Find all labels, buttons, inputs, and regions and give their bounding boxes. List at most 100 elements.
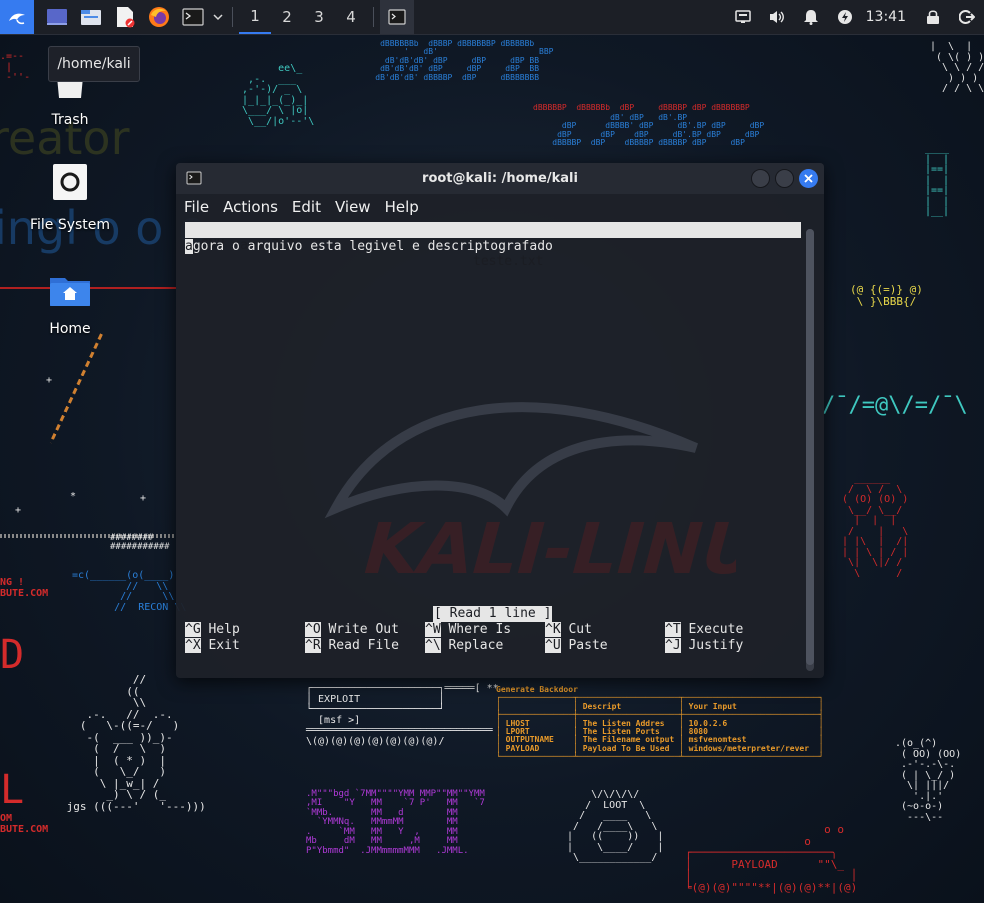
shortcut-label: Where Is	[448, 622, 512, 637]
wallpaper-red-left: NG ! BUTE.COM	[0, 577, 49, 599]
shortcut-label: Read File	[328, 638, 399, 653]
text-cursor: a	[185, 239, 193, 254]
workspace-1[interactable]: 1	[239, 0, 271, 34]
tray-display-button[interactable]	[726, 0, 760, 34]
shortcut-where-is[interactable]: ^W Where Is	[425, 622, 511, 638]
text-editor-button[interactable]	[108, 0, 142, 34]
workspace-3[interactable]: 3	[303, 0, 335, 34]
desktop-icon-label: Home	[49, 321, 91, 337]
shortcut-label: Help	[208, 622, 240, 637]
shortcut-replace[interactable]: ^\ Replace	[425, 638, 503, 654]
shortcut-help[interactable]: ^G Help	[185, 622, 240, 638]
wallpaper-right-white: | \ | ( \( ) ) \ \ / / ) ) ) / / \ \	[930, 41, 984, 94]
menu-file[interactable]: File	[184, 198, 209, 216]
desktop-icon-label: File System	[29, 217, 111, 233]
menu-actions[interactable]: Actions	[223, 198, 278, 216]
desktop-icon-label: Trash	[51, 112, 89, 128]
battery-charging-icon	[837, 10, 852, 24]
lock-icon	[927, 10, 939, 24]
kali-dragon-icon	[9, 13, 25, 25]
workspace-2[interactable]: 2	[271, 0, 303, 34]
shortcut-read-file[interactable]: ^R Read File	[305, 638, 399, 654]
clock[interactable]: 13:41	[862, 9, 916, 25]
terminal-window[interactable]: KALI-LINUX root@kali: /home/kali File Ac…	[176, 163, 824, 678]
monitor-icon	[734, 10, 751, 23]
wallpaper-cyan-figure: ee\_ ,-. ___ ,-'-)/ _ \ |_|_|_(_)_| \___…	[242, 63, 315, 127]
wallpaper-purple-msf: .M"""bgd `7MM""""YMM MMP""MM""YMM ,MI "Y…	[306, 789, 485, 856]
tray-volume-button[interactable]	[760, 0, 794, 34]
wallpaper-red-left-2: D	[0, 632, 25, 678]
minimize-button[interactable]	[751, 169, 770, 188]
volume-icon	[769, 11, 784, 23]
shortcut-exit[interactable]: ^X Exit	[185, 638, 240, 654]
bell-icon	[803, 10, 818, 25]
terminal-icon	[182, 8, 204, 26]
terminal-launcher-button[interactable]	[176, 0, 210, 34]
window-menubar: File Actions Edit View Help	[176, 194, 824, 220]
tray-notifications-button[interactable]	[794, 0, 828, 34]
wallpaper-right-yellow: (@ {(=)} @) \ }\BBB{/	[850, 283, 923, 308]
file-manager-button[interactable]	[74, 0, 108, 34]
wallpaper-payload-truck: o o o ┌─────────────────────╮ │ PAYLOAD …	[685, 823, 858, 894]
wallpaper-ascii-banner: dBBBBBBb dBBBP dBBBBBBP dBBBBBb ' dB' BB…	[375, 39, 554, 82]
firefox-icon	[149, 7, 169, 27]
wallpaper-ascii-bunny: // (( \\ .-. // .-. ( \-((=-/ ) -( ___ )…	[66, 673, 206, 814]
workspace-4[interactable]: 4	[335, 0, 367, 34]
shortcut-key: ^R	[305, 638, 321, 653]
shortcut-paste[interactable]: ^U Paste	[545, 638, 608, 654]
nano-header: GNU nano 7.2 teste.txt	[185, 222, 801, 269]
shortcut-label: Write Out	[328, 622, 399, 637]
kali-menu-button[interactable]	[0, 0, 34, 34]
shortcut-write-out[interactable]: ^O Write Out	[305, 622, 399, 638]
shortcut-label: Paste	[568, 638, 608, 653]
nano-status-message: [ Read 1 line ]	[433, 606, 553, 622]
folder-icon	[81, 10, 101, 25]
shortcut-key: ^\	[425, 638, 441, 653]
wallpaper-recon: =c(______(o(____) // \\ // \\ // RECON \…	[72, 570, 186, 613]
logout-button[interactable]	[950, 0, 984, 34]
logout-icon	[959, 10, 975, 24]
wallpaper-red-left-4: OM BUTE.COM	[0, 813, 49, 835]
desktop-icon-home[interactable]: Home	[10, 272, 130, 337]
shortcut-justify[interactable]: ^J Justify	[665, 638, 743, 654]
scrollbar-thumb[interactable]	[806, 229, 814, 665]
shortcut-key: ^W	[425, 622, 441, 637]
show-desktop-button[interactable]	[40, 0, 74, 34]
wallpaper-right-skulls: .(o_(^) ( OO) (OO) .-'-.-\-. ( | \_/ ) \…	[895, 738, 962, 823]
wallpaper-loot: \/\/\/\/ / LOOT \ / ____ \ / /____\ \ | …	[567, 789, 664, 863]
tray-power-manager-button[interactable]	[828, 0, 862, 34]
lock-screen-button[interactable]	[916, 0, 950, 34]
shortcut-key: ^K	[545, 622, 561, 637]
desktop-icon-file-system[interactable]: File System	[10, 163, 130, 233]
menu-view[interactable]: View	[335, 198, 371, 216]
firefox-button[interactable]	[142, 0, 176, 34]
shortcut-label: Replace	[448, 638, 504, 653]
terminal-area[interactable]: GNU nano 7.2 teste.txt agora o arquivo e…	[185, 221, 801, 671]
menu-help[interactable]: Help	[385, 198, 419, 216]
window-titlebar[interactable]: root@kali: /home/kali	[176, 163, 824, 194]
close-button[interactable]	[799, 169, 818, 188]
taskbar-terminal-window[interactable]	[380, 0, 414, 34]
nano-filename: teste.txt	[473, 254, 544, 269]
shortcut-label: Cut	[568, 622, 592, 637]
shortcut-execute[interactable]: ^T Execute	[665, 622, 743, 638]
shortcut-key: ^U	[545, 638, 561, 653]
terminal-scrollbar[interactable]	[806, 229, 814, 671]
wallpaper-red-left-3: L	[0, 767, 25, 813]
shortcut-cut[interactable]: ^K Cut	[545, 622, 592, 638]
shortcut-key: ^O	[305, 622, 321, 637]
menu-edit[interactable]: Edit	[292, 198, 321, 216]
window-title: root@kali: /home/kali	[422, 171, 578, 186]
wallpaper-ascii-banner-3: dB' dBP dB'.BP dBP dBBBB' dBP dB'.BP dBP…	[552, 113, 765, 148]
launcher-dropdown-button[interactable]	[210, 0, 226, 34]
shortcut-key: ^G	[185, 622, 201, 637]
drive-icon	[53, 164, 87, 200]
desktop-tooltip: /home/kali	[48, 46, 140, 82]
close-icon	[804, 174, 813, 183]
shortcut-key: ^X	[185, 638, 201, 653]
maximize-button[interactable]	[775, 169, 794, 188]
file-content-line[interactable]: agora o arquivo esta legivel e descripto…	[185, 239, 553, 255]
chevron-down-icon	[213, 14, 223, 21]
file-content-text: gora o arquivo esta legivel e descriptog…	[192, 239, 553, 254]
shortcut-label: Justify	[688, 638, 744, 653]
